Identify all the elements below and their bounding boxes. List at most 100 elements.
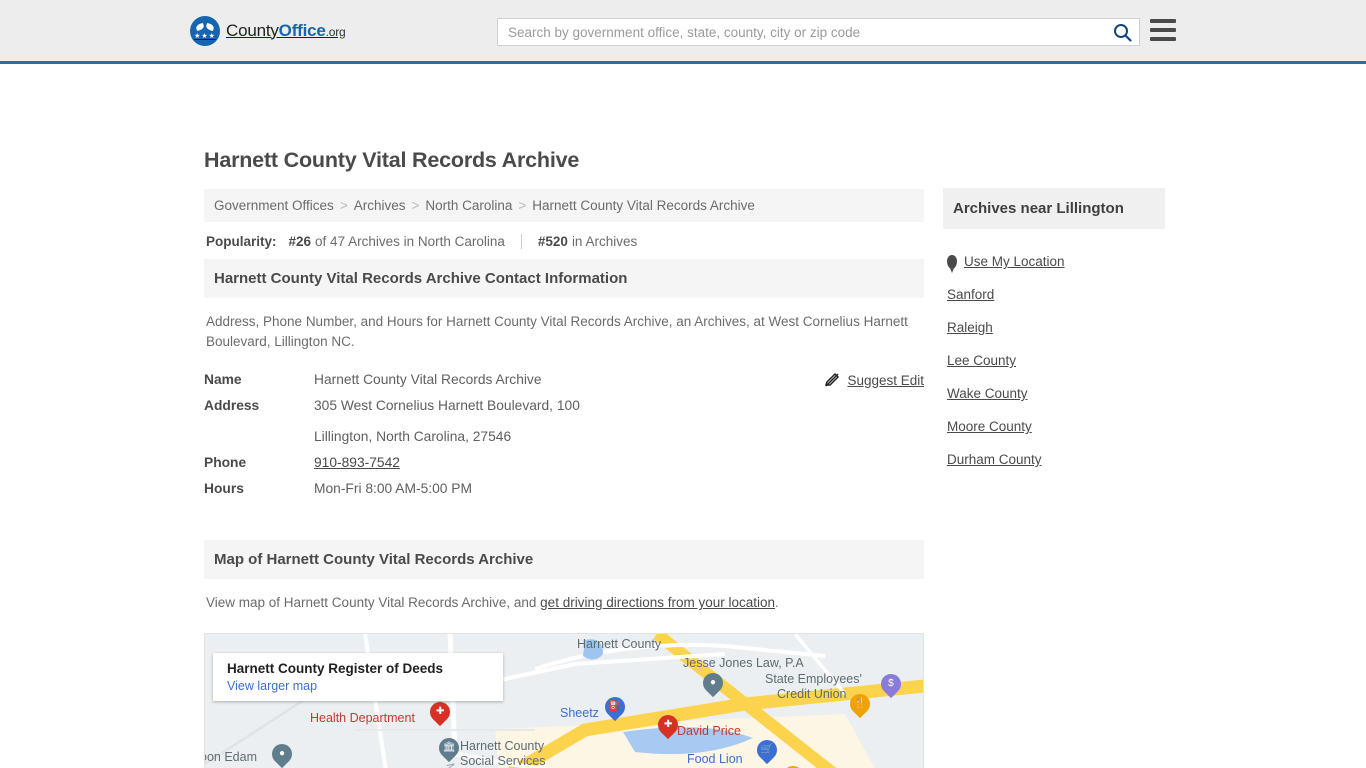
contact-value-address: 305 West Cornelius Harnett Boulevard, 10…: [314, 398, 580, 444]
map-poi-label: Credit Union: [777, 687, 847, 701]
popularity-global-text: in Archives: [571, 234, 638, 249]
breadcrumb-separator-2: >: [411, 198, 420, 213]
sidebar-link-use-my-location[interactable]: Use My Location: [964, 254, 1065, 269]
map-poi-pin[interactable]: 🛒: [752, 735, 782, 766]
map-poi-pin[interactable]: 🏛: [434, 733, 464, 764]
popularity-state-rank: #26: [288, 234, 312, 249]
menu-button[interactable]: [1150, 19, 1176, 41]
logo-stars: ★★★: [194, 33, 216, 40]
map-description-pre: View map of Harnett County Vital Records…: [206, 595, 541, 610]
sidebar-link-durham-county[interactable]: Durham County: [947, 452, 1042, 467]
contact-table: Suggest Edit Name Harnett County Vital R…: [204, 372, 924, 496]
map-description-post: .: [775, 595, 779, 610]
suggest-edit-button[interactable]: Suggest Edit: [824, 372, 924, 388]
contact-row-address: Address 305 West Cornelius Harnett Boule…: [204, 398, 924, 444]
breadcrumb-item-government-offices[interactable]: Government Offices: [214, 198, 334, 213]
sidebar-list: Use My Location Sanford Raleigh Lee Coun…: [943, 229, 1165, 476]
search-icon: [1113, 23, 1132, 42]
sidebar-link-wake-county[interactable]: Wake County: [947, 386, 1028, 401]
map-poi-pin[interactable]: ✚: [653, 710, 683, 741]
map-poi-label: oon Edam: [204, 750, 257, 764]
sidebar-link-lee-county[interactable]: Lee County: [947, 353, 1016, 368]
logo-text-office: Office: [278, 20, 326, 40]
map-poi-pin[interactable]: 🍴: [845, 689, 875, 720]
sidebar-link-moore-county[interactable]: Moore County: [947, 419, 1032, 434]
contact-row-hours: Hours Mon-Fri 8:00 AM-5:00 PM: [204, 481, 924, 496]
map-card-title: Harnett County Register of Deeds: [227, 661, 444, 676]
breadcrumb-item-archives[interactable]: Archives: [354, 198, 406, 213]
map-section-description: View map of Harnett County Vital Records…: [204, 579, 924, 619]
edit-pencil-icon: [825, 372, 840, 387]
location-pin-icon: [947, 254, 957, 273]
map-info-card[interactable]: Harnett County Register of Deeds View la…: [213, 653, 503, 701]
sidebar-item-moore-county[interactable]: Moore County: [943, 410, 1165, 443]
map-poi-pin[interactable]: ✚: [425, 697, 455, 728]
popularity-label: Popularity:: [206, 234, 277, 249]
map-poi-label: Food Lion: [687, 752, 743, 766]
breadcrumb: Government Offices > Archives > North Caroli…: [204, 189, 924, 222]
hamburger-bar-1: [1150, 19, 1176, 23]
map-section-heading: Map of Harnett County Vital Records Arch…: [204, 540, 924, 579]
sidebar-item-wake-county[interactable]: Wake County: [943, 377, 1165, 410]
map-poi-label: Harnett County: [460, 739, 545, 753]
contact-label-address: Address: [204, 398, 260, 413]
suggest-edit-label: Suggest Edit: [847, 372, 924, 388]
main-content: Harnett County Vital Records Archive Gov…: [204, 148, 924, 768]
phone-link[interactable]: 910-893-7542: [314, 455, 400, 470]
view-larger-map-link[interactable]: View larger map: [227, 679, 489, 693]
map-poi-label: Harnett County: [577, 637, 662, 651]
sidebar-item-sanford[interactable]: Sanford: [943, 278, 1165, 311]
contact-row-phone: Phone 910-893-7542: [204, 455, 924, 470]
map-poi-label: Social Services: [460, 754, 546, 768]
sidebar-link-raleigh[interactable]: Raleigh: [947, 320, 993, 335]
contact-label-phone: Phone: [204, 455, 247, 470]
sidebar-item-durham-county[interactable]: Durham County: [943, 443, 1165, 476]
logo-text-org: .org: [325, 24, 346, 39]
logo-text-county: County: [226, 20, 279, 40]
popularity-divider: [520, 234, 522, 249]
map-poi-pin[interactable]: $: [876, 669, 906, 700]
map-poi-label: State Employees': [765, 672, 862, 686]
map-embed[interactable]: Harnett County Health Department ✚ Jesse Jo…: [204, 633, 924, 768]
site-logo[interactable]: ★★★ CountyOffice.org: [190, 15, 346, 46]
contact-label-hours: Hours: [204, 481, 244, 496]
contact-section-description: Address, Phone Number, and Hours for Har…: [206, 314, 908, 349]
search-input[interactable]: [498, 19, 1105, 45]
contact-row-name: Name Harnett County Vital Records Archiv…: [204, 372, 924, 387]
popularity-row: Popularity: #26 of 47 Archives in North …: [204, 222, 924, 259]
sidebar-link-sanford[interactable]: Sanford: [947, 287, 994, 302]
sidebar-item-lee-county[interactable]: Lee County: [943, 344, 1165, 377]
sidebar-heading: Archives near Lillington: [943, 188, 1165, 229]
site-header: ★★★ CountyOffice.org: [0, 0, 1366, 64]
breadcrumb-separator-1: >: [339, 198, 348, 213]
eagle-emblem-icon: ★★★: [190, 15, 220, 46]
popularity-state-text: of 47 Archives in North Carolina: [315, 234, 505, 249]
breadcrumb-separator-3: >: [518, 198, 527, 213]
map-poi-pin[interactable]: ●: [698, 668, 728, 699]
contact-label-name: Name: [204, 372, 242, 387]
breadcrumb-item-current: Harnett County Vital Records Archive: [532, 198, 755, 213]
contact-value-name: Harnett County Vital Records Archive: [314, 372, 542, 387]
map-poi-label: Health Department: [310, 711, 415, 725]
sidebar-item-raleigh[interactable]: Raleigh: [943, 311, 1165, 344]
map-poi-pin[interactable]: ⛽: [600, 692, 630, 723]
breadcrumb-item-north-carolina[interactable]: North Carolina: [425, 198, 512, 213]
hamburger-bar-2: [1150, 28, 1176, 32]
sidebar-item-use-my-location[interactable]: Use My Location: [943, 245, 1165, 278]
map-poi-label: Sheetz: [560, 706, 599, 720]
logo-text: CountyOffice.org: [226, 21, 346, 41]
popularity-global-rank: #520: [537, 234, 568, 249]
contact-value-address-line1: 305 West Cornelius Harnett Boulevard, 10…: [314, 398, 580, 413]
contact-value-address-line2: Lillington, North Carolina, 27546: [314, 429, 512, 444]
search-box[interactable]: [497, 18, 1140, 46]
map-poi-label: David Price: [677, 724, 741, 738]
map-poi-label: Jesse Jones Law, P.A: [683, 656, 804, 670]
contact-value-hours: Mon-Fri 8:00 AM-5:00 PM: [314, 481, 472, 496]
contact-section-heading: Harnett County Vital Records Archive Con…: [204, 259, 924, 298]
page-title: Harnett County Vital Records Archive: [204, 148, 580, 172]
search-button[interactable]: [1105, 19, 1139, 45]
driving-directions-link[interactable]: get driving directions from your locatio…: [540, 595, 775, 610]
map-poi-pin[interactable]: ●: [267, 739, 297, 768]
hamburger-bar-3: [1150, 37, 1176, 41]
contact-value-phone: 910-893-7542: [314, 455, 400, 470]
